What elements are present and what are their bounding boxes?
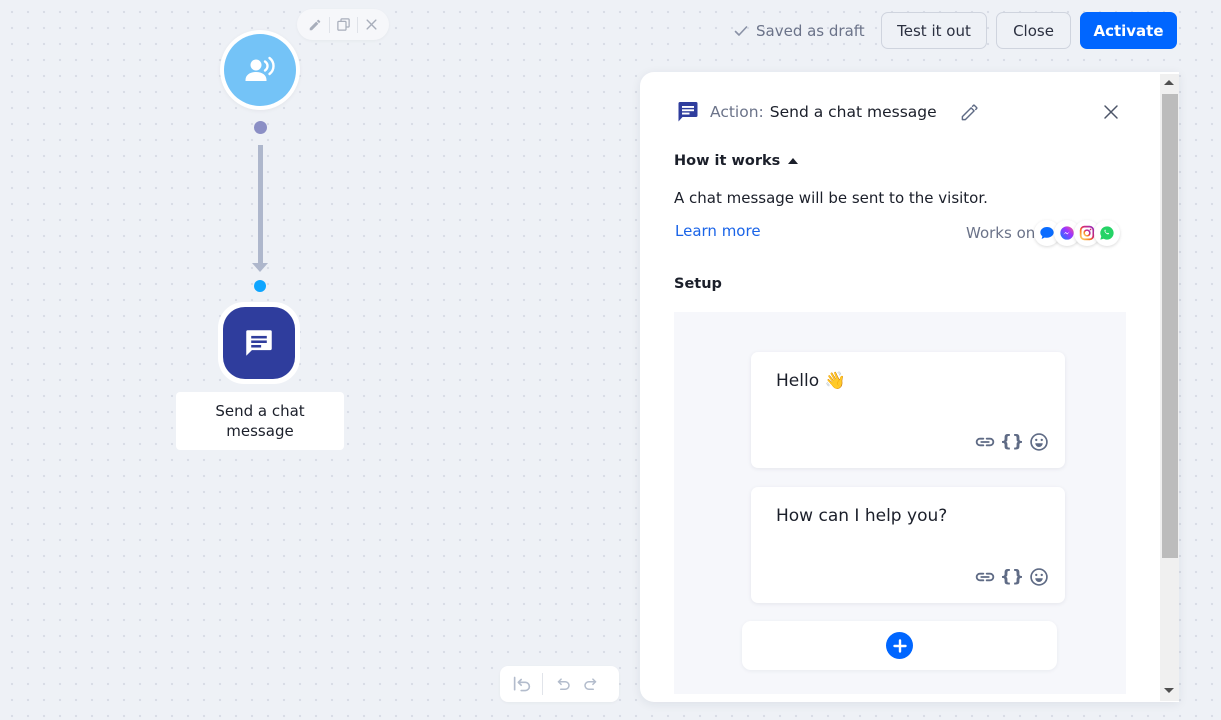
reset-icon <box>513 676 531 692</box>
action-node[interactable] <box>218 302 300 384</box>
works-on: Works on <box>966 219 1121 247</box>
how-it-works-label: How it works <box>674 153 781 169</box>
insert-emoji-button[interactable] <box>1029 567 1049 587</box>
save-status: Saved as draft <box>734 20 865 42</box>
undo-icon <box>557 678 570 690</box>
trigger-node[interactable] <box>220 30 300 110</box>
close-icon <box>365 19 377 30</box>
chat-message-icon <box>678 102 698 122</box>
setup-heading: Setup <box>674 276 722 292</box>
input-port[interactable] <box>254 280 266 292</box>
redo-icon <box>584 678 597 690</box>
scroll-down-arrow-icon[interactable] <box>1164 688 1174 693</box>
connector-arrow-icon <box>252 263 268 272</box>
divider <box>542 673 543 695</box>
check-icon <box>734 26 748 36</box>
edit-node-button[interactable] <box>302 15 329 35</box>
close-button[interactable]: Close <box>996 12 1071 49</box>
learn-more-link[interactable]: Learn more <box>675 222 761 240</box>
insert-link-button[interactable] <box>975 432 995 452</box>
test-it-out-button[interactable]: Test it out <box>881 12 987 49</box>
action-node-label: Send a chat message <box>176 392 344 450</box>
message-text[interactable]: How can I help you? <box>776 506 947 526</box>
action-node-badge <box>223 307 295 379</box>
works-on-label: Works on <box>966 224 1036 242</box>
rename-action-button[interactable] <box>958 101 980 123</box>
duplicate-node-button[interactable] <box>330 15 357 35</box>
caret-up-icon <box>788 158 799 164</box>
redo-button[interactable] <box>577 672 605 696</box>
insert-link-button[interactable] <box>975 567 995 587</box>
close-panel-button[interactable] <box>1100 101 1122 123</box>
output-port[interactable] <box>254 121 267 134</box>
reset-button[interactable] <box>508 672 536 696</box>
insert-emoji-button[interactable] <box>1029 432 1049 452</box>
save-status-text: Saved as draft <box>756 22 865 40</box>
connector-line <box>258 145 263 265</box>
activate-button[interactable]: Activate <box>1080 12 1177 49</box>
delete-node-button[interactable] <box>358 15 385 35</box>
history-toolbar <box>500 666 619 702</box>
panel-title: Send a chat message <box>769 103 937 121</box>
message-card[interactable]: How can I help you? {} <box>751 487 1065 603</box>
message-tools: {} <box>975 567 1049 587</box>
action-description: A chat message will be sent to the visit… <box>674 189 988 207</box>
pencil-icon <box>961 104 977 120</box>
panel-header: Action: Send a chat message <box>676 99 937 125</box>
close-icon <box>1104 105 1118 119</box>
undo-button[interactable] <box>549 672 577 696</box>
visitor-speaking-icon <box>245 56 275 81</box>
scroll-up-arrow-icon[interactable] <box>1164 80 1174 85</box>
duplicate-icon <box>336 18 350 31</box>
pencil-icon <box>309 19 321 30</box>
link-icon <box>975 437 995 447</box>
emoji-icon <box>1030 568 1048 586</box>
insert-variable-button[interactable]: {} <box>1000 432 1024 452</box>
message-text[interactable]: Hello 👋 <box>776 371 846 391</box>
how-it-works-toggle[interactable]: How it works <box>674 151 799 171</box>
chat-message-icon <box>246 330 272 356</box>
add-message-button[interactable] <box>886 632 913 659</box>
message-tools: {} <box>975 432 1049 452</box>
scrollbar-thumb[interactable] <box>1162 94 1178 558</box>
emoji-icon <box>1030 433 1048 451</box>
plus-icon <box>892 638 907 653</box>
panel-header-prefix: Action: <box>710 103 764 121</box>
message-card[interactable]: Hello 👋 {} <box>751 352 1065 468</box>
add-message-area <box>742 621 1057 670</box>
link-icon <box>975 572 995 582</box>
trigger-node-badge <box>224 34 296 106</box>
whatsapp-channel-icon <box>1094 220 1121 246</box>
node-toolbar <box>297 9 389 40</box>
insert-variable-button[interactable]: {} <box>1000 567 1024 587</box>
